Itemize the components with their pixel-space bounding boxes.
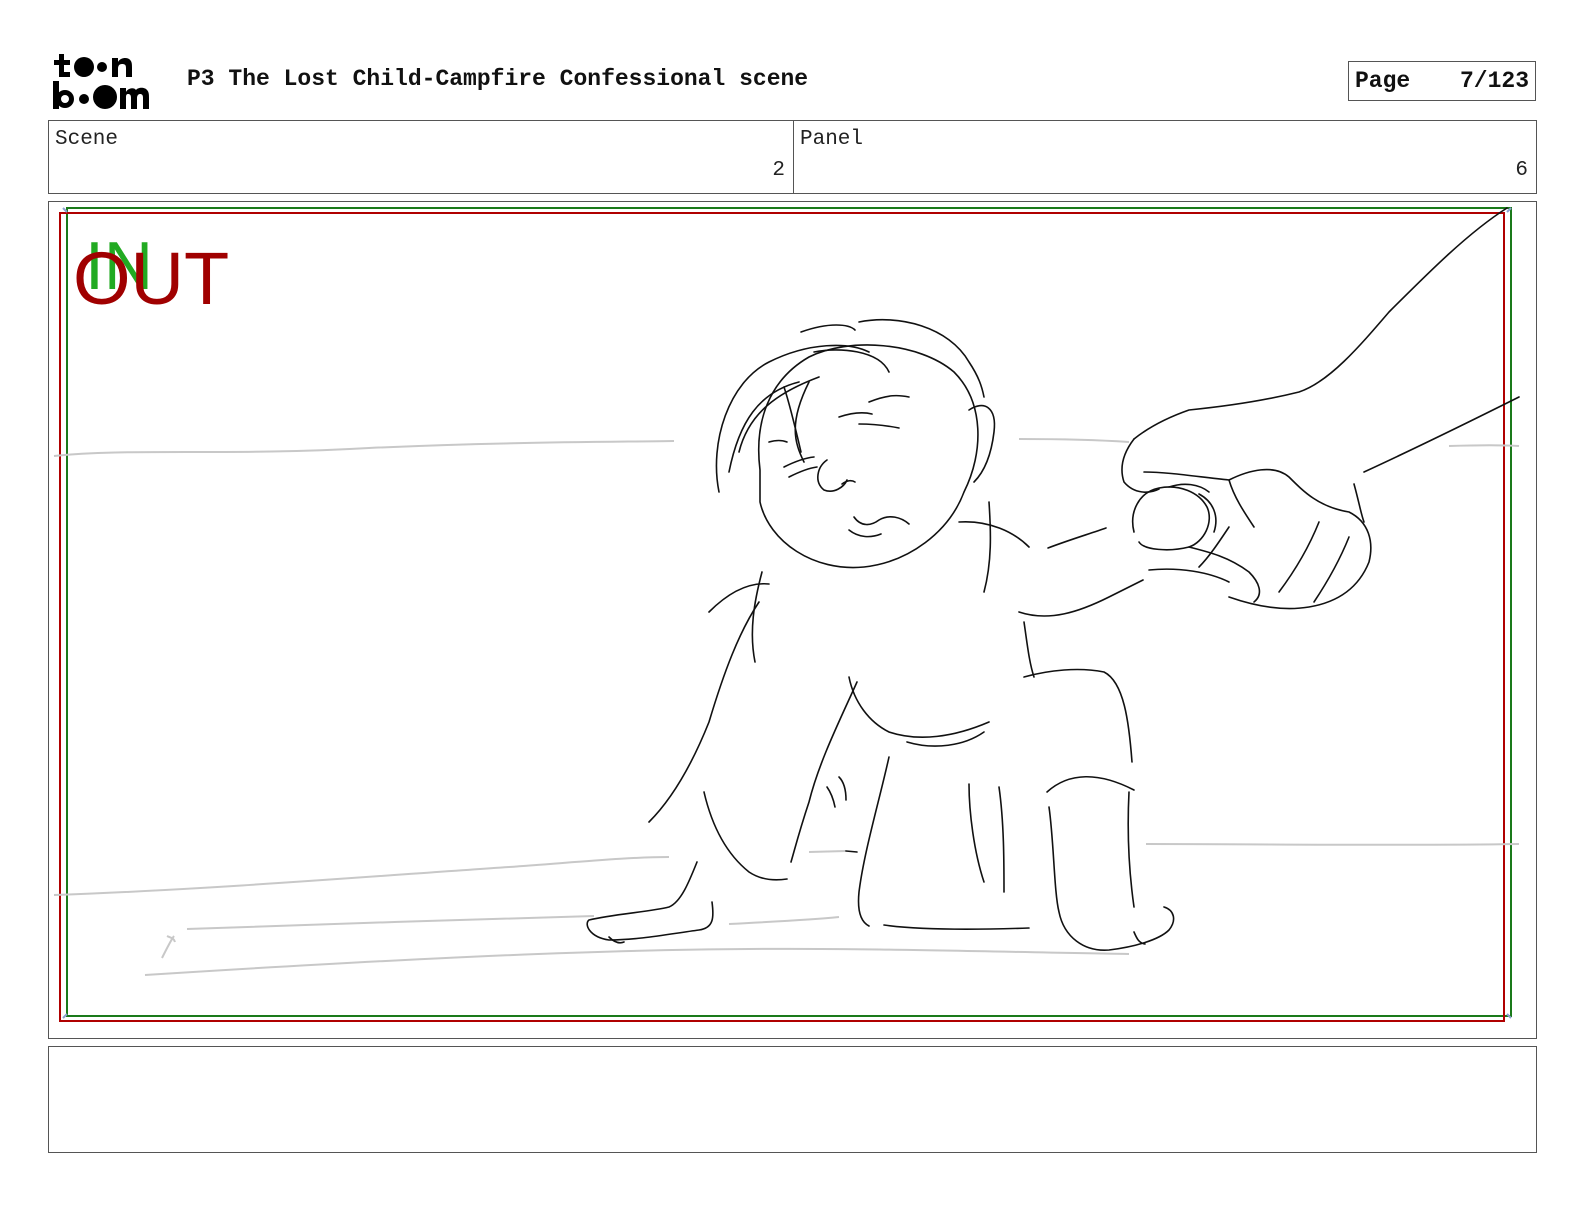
toon-boom-logo (53, 54, 149, 109)
panel-number: 6 (1515, 159, 1528, 182)
page-label: Page (1355, 68, 1411, 94)
panel-cell: Panel 6 (794, 121, 1536, 193)
scene-number: 2 (772, 159, 785, 182)
safe-area-red-frame (59, 212, 1505, 1022)
scene-cell: Scene 2 (49, 121, 794, 193)
notes-box[interactable] (48, 1046, 1537, 1153)
panel-label: Panel (800, 128, 864, 151)
child-drawing (586, 318, 1175, 951)
out-marker: OUT (73, 237, 230, 320)
scene-label: Scene (55, 128, 119, 151)
document-title: P3 The Lost Child-Campfire Confessional … (187, 66, 809, 92)
adult-hand-drawing (1121, 207, 1520, 610)
page-number: 7/123 (1459, 68, 1529, 94)
page-indicator: Page 7/123 (1348, 61, 1536, 101)
storyboard-panel: IN OUT (48, 201, 1537, 1039)
ground-lines (53, 438, 1520, 976)
panel-sketch (53, 207, 1520, 1022)
safe-area-green-frame (66, 207, 1512, 1017)
scene-panel-info: Scene 2 Panel 6 (48, 120, 1537, 194)
